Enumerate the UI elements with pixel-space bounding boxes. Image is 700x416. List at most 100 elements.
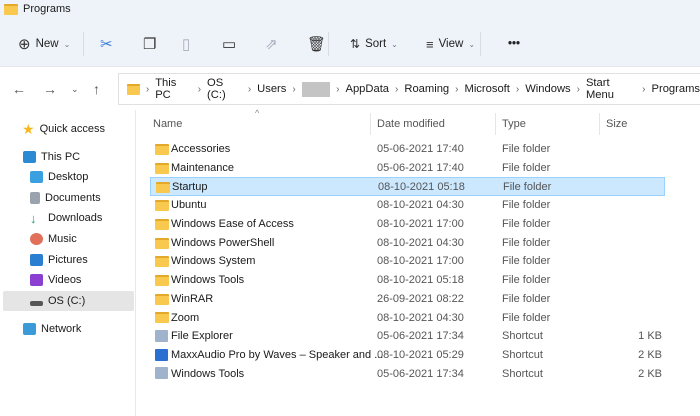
chevron-right-icon: › (395, 83, 399, 95)
new-button[interactable]: ⊕ New ⌄ (18, 30, 70, 58)
sidebar-label: Pictures (48, 254, 88, 266)
copy-icon: ❐ (143, 36, 157, 53)
cut-button[interactable]: ✂ (100, 30, 113, 58)
column-divider[interactable] (370, 113, 371, 135)
file-row[interactable]: Windows System 08-10-2021 17:00 File folde… (150, 252, 665, 271)
file-type: Shortcut (502, 367, 543, 380)
forward-arrow-icon[interactable]: → (43, 81, 57, 97)
new-label: New (35, 38, 59, 50)
column-header-name[interactable]: Name (153, 118, 182, 130)
column-divider[interactable] (495, 113, 496, 135)
sidebar-item-documents[interactable]: Documents (30, 188, 164, 208)
sidebar-item-os-c[interactable]: OS (C:) (3, 291, 134, 311)
window-title-text: Programs (23, 3, 71, 15)
sidebar-item-quick-access[interactable]: ★ Quick access (22, 119, 156, 139)
sidebar-item-pictures[interactable]: Pictures (30, 250, 164, 270)
file-row[interactable]: File Explorer 05-06-2021 17:34 Shortcut 1 K… (150, 327, 665, 346)
address-bar[interactable]: › This PC › OS (C:) › Users › › AppData › Ro… (118, 73, 700, 105)
monitor-icon (23, 151, 36, 163)
folder-icon (155, 256, 169, 268)
breadcrumb-item[interactable]: This PC (155, 77, 192, 101)
file-type: File folder (502, 311, 551, 324)
pictures-icon (30, 254, 43, 266)
file-date: 08-10-2021 04:30 (377, 311, 464, 324)
chevron-right-icon: › (576, 83, 580, 95)
file-date: 05-06-2021 17:40 (377, 143, 464, 156)
file-row[interactable]: Windows Ease of Access 08-10-2021 17:00 Fi… (150, 215, 665, 234)
folder-icon (4, 3, 18, 15)
file-size: 2 KB (638, 367, 662, 380)
network-icon (23, 323, 36, 335)
file-row[interactable]: WinRAR 26-09-2021 08:22 File folder (150, 290, 665, 309)
column-header-size[interactable]: Size (606, 118, 627, 130)
title-and-toolbar: Programs ⊕ New ⌄ ✂ ❐ ▯ ▭ ⇗ 🗑 ⇅ Sort ⌄ ≡ View ⌄… (0, 0, 700, 66)
sidebar-item-music[interactable]: Music (30, 229, 164, 249)
view-lines-icon: ≡ (426, 36, 434, 52)
file-name: Windows Tools (171, 274, 245, 287)
file-date: 08-10-2021 17:00 (377, 255, 464, 268)
sidebar-item-network[interactable]: Network (23, 319, 157, 339)
sort-ascending-icon: ^ (255, 108, 260, 118)
breadcrumb-item[interactable]: OS (C:) (207, 77, 242, 101)
file-row[interactable]: Ubuntu 08-10-2021 04:30 File folder (150, 196, 665, 215)
breadcrumb-item[interactable]: Roaming (404, 83, 449, 95)
file-row[interactable]: Startup 08-10-2021 05:18 File folder (150, 177, 665, 196)
file-row[interactable]: Accessories 05-06-2021 17:40 File folder (150, 140, 665, 159)
sidebar-item-this-pc[interactable]: This PC (23, 147, 157, 167)
delete-button[interactable]: 🗑 (307, 30, 326, 58)
file-type: Shortcut (502, 348, 543, 361)
file-name: Ubuntu (171, 199, 207, 212)
music-icon (30, 233, 43, 245)
breadcrumb-item[interactable]: AppData (345, 83, 389, 95)
desktop-icon (30, 171, 43, 183)
up-arrow-icon[interactable]: ↑ (93, 81, 100, 97)
view-button[interactable]: ≡ View ⌄ (426, 30, 475, 58)
file-name: MaxxAudio Pro by Waves – Speaker and ... (171, 348, 384, 361)
column-header-type[interactable]: Type (502, 118, 526, 130)
folder-icon (155, 200, 169, 212)
file-row[interactable]: Windows Tools 05-06-2021 17:34 Shortcut 2 K… (150, 364, 665, 383)
chevron-down-icon: ⌄ (468, 39, 476, 49)
shortcut-icon (155, 348, 168, 361)
breadcrumb-item[interactable]: Users (257, 83, 286, 95)
file-date: 08-10-2021 05:18 (378, 180, 465, 193)
chevron-right-icon: › (455, 83, 459, 95)
breadcrumb-item[interactable]: Start Menu (586, 77, 636, 101)
chevron-down-icon: ⌄ (63, 39, 71, 49)
copy-button[interactable]: ❐ (143, 30, 156, 58)
file-row[interactable]: MaxxAudio Pro by Waves – Speaker and ...… (150, 346, 665, 365)
breadcrumb-item[interactable]: Microsoft (465, 83, 510, 95)
rename-button[interactable]: ▭ (222, 30, 236, 58)
file-date: 05-06-2021 17:34 (377, 367, 464, 380)
column-divider[interactable] (599, 113, 600, 135)
column-header-date[interactable]: Date modified (377, 118, 445, 130)
file-row[interactable]: Maintenance 05-06-2021 17:40 File folder (150, 159, 665, 178)
file-row[interactable]: Zoom 08-10-2021 04:30 File folder (150, 308, 665, 327)
share-button[interactable]: ⇗ (265, 30, 278, 58)
paste-button[interactable]: ▯ (182, 30, 190, 58)
file-name: Windows Tools (171, 367, 245, 380)
recent-chevron-icon[interactable]: ⌄ (71, 84, 79, 95)
breadcrumb-item[interactable]: Programs (652, 83, 700, 95)
file-date: 08-10-2021 05:18 (377, 274, 464, 287)
sidebar-item-videos[interactable]: Videos (30, 270, 164, 290)
navigation-pane: ★ Quick access This PC Desktop Documents … (0, 110, 136, 416)
file-row[interactable]: Windows PowerShell 08-10-2021 04:30 File f… (150, 234, 665, 253)
scissors-icon: ✂ (100, 36, 113, 53)
file-date: 26-09-2021 08:22 (377, 292, 464, 305)
folder-icon (155, 218, 169, 230)
sidebar-item-desktop[interactable]: Desktop (30, 167, 164, 187)
chevron-right-icon: › (336, 83, 340, 95)
divider (328, 32, 329, 56)
file-row[interactable]: Windows Tools 08-10-2021 05:18 File folder (150, 271, 665, 290)
breadcrumb-item[interactable]: Windows (525, 83, 570, 95)
folder-icon (155, 312, 169, 324)
more-button[interactable]: ••• (508, 30, 520, 58)
back-arrow-icon[interactable]: ← (12, 81, 26, 97)
sort-label: Sort (365, 38, 387, 50)
share-icon: ⇗ (265, 36, 278, 53)
folder-icon (155, 293, 169, 305)
file-date: 08-10-2021 04:30 (377, 236, 464, 249)
sort-button[interactable]: ⇅ Sort ⌄ (350, 30, 398, 58)
sidebar-item-downloads[interactable]: ↓ Downloads (30, 208, 164, 228)
